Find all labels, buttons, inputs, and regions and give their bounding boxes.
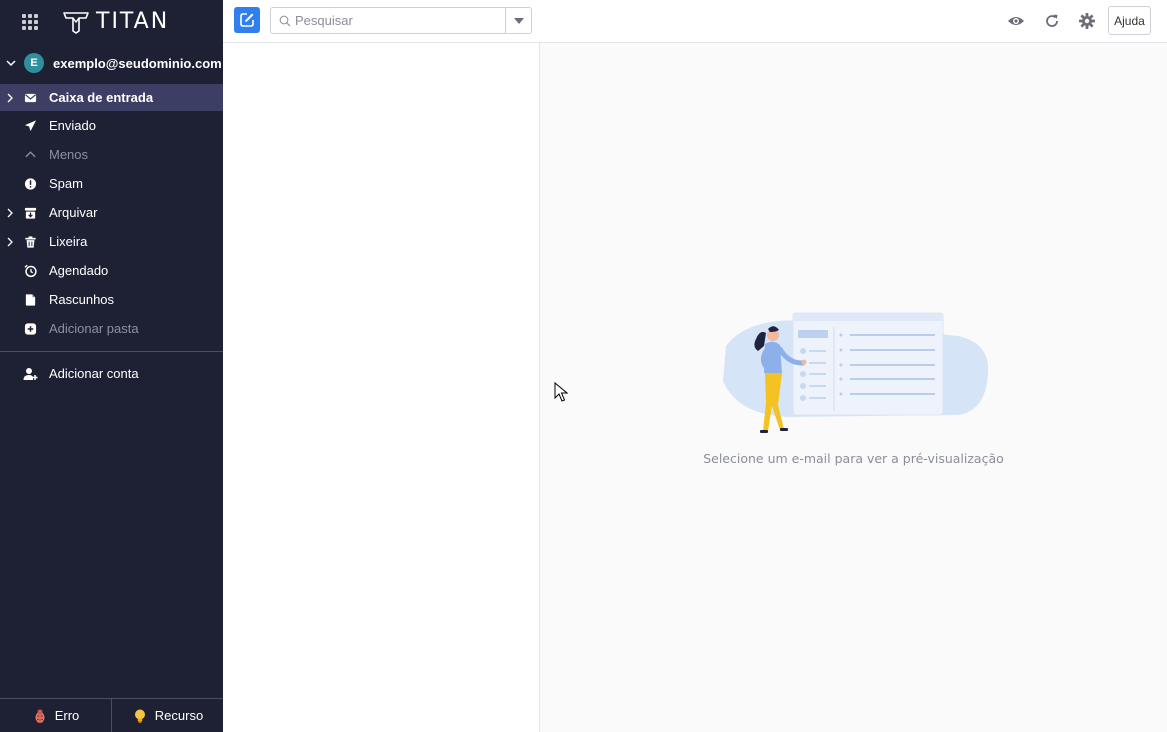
titan-logo: TITAN — [62, 9, 169, 34]
folder-add-folder[interactable]: Adicionar pasta — [0, 314, 223, 343]
search-input[interactable] — [295, 13, 495, 28]
folder-inbox[interactable]: Caixa de entrada — [0, 84, 223, 111]
top-toolbar: Ajuda — [223, 0, 1167, 43]
lightbulb-icon — [134, 709, 145, 723]
sidebar: TITAN E exemplo@seudominio.com Caixa de … — [0, 0, 223, 732]
apps-grid-icon[interactable] — [22, 13, 38, 30]
folder-scheduled[interactable]: Agendado — [0, 256, 223, 285]
clock-icon — [24, 264, 37, 277]
folder-label: Spam — [49, 176, 83, 191]
report-bug-button[interactable]: Erro — [0, 699, 111, 732]
titan-logo-icon — [63, 11, 89, 34]
folder-archive[interactable]: Arquivar — [0, 198, 223, 227]
trash-icon — [25, 235, 36, 248]
chevron-right-icon[interactable] — [5, 93, 15, 103]
chevron-down-icon[interactable] — [4, 56, 18, 70]
folder-label: Menos — [49, 147, 89, 162]
feature-label: Recurso — [154, 708, 204, 723]
folder-show-less[interactable]: Menos — [0, 140, 223, 169]
empty-preview-message: Selecione um e-mail para ver a pré-visua… — [703, 451, 1004, 466]
feature-request-button[interactable]: Recurso — [111, 699, 223, 732]
compose-icon — [240, 13, 254, 27]
bug-icon — [35, 709, 45, 723]
plus-square-icon — [24, 322, 37, 335]
folder-sent[interactable]: Enviado — [0, 111, 223, 140]
chevron-right-icon[interactable] — [5, 208, 15, 218]
add-account-label: Adicionar conta — [49, 366, 139, 381]
refresh-icon[interactable] — [1043, 12, 1061, 30]
draft-icon — [25, 293, 36, 306]
account-email: exemplo@seudominio.com — [53, 55, 222, 71]
logo-text: TITAN — [96, 9, 170, 34]
folder-label: Arquivar — [49, 205, 98, 220]
search-options-dropdown[interactable] — [505, 8, 531, 33]
bug-label: Erro — [54, 708, 80, 723]
folder-label: Lixeira — [49, 234, 88, 249]
preview-pane: Selecione um e-mail para ver a pré-visua… — [540, 43, 1167, 732]
help-button[interactable]: Ajuda — [1108, 6, 1151, 35]
paper-plane-icon — [24, 119, 37, 131]
account-row[interactable]: E exemplo@seudominio.com — [0, 43, 223, 83]
avatar: E — [24, 53, 44, 73]
chevron-up-icon — [25, 150, 36, 157]
folder-label: Caixa de entrada — [49, 90, 154, 105]
folder-label: Adicionar pasta — [49, 321, 139, 336]
archive-icon — [24, 207, 37, 219]
alert-icon — [24, 177, 37, 190]
folder-spam[interactable]: Spam — [0, 169, 223, 198]
search-box — [270, 7, 532, 34]
chevron-right-icon[interactable] — [5, 237, 15, 247]
folder-list: Caixa de entrada Enviado Menos Spam Arqu… — [0, 84, 223, 343]
folder-trash[interactable]: Lixeira — [0, 227, 223, 256]
envelope-icon — [24, 93, 37, 102]
gear-icon[interactable] — [1078, 12, 1096, 30]
mouse-cursor-icon — [554, 382, 568, 402]
folder-drafts[interactable]: Rascunhos — [0, 285, 223, 314]
eye-icon[interactable] — [1007, 12, 1025, 30]
folder-label: Agendado — [49, 263, 109, 278]
compose-button[interactable] — [234, 7, 260, 33]
folder-label: Enviado — [49, 118, 96, 133]
add-account-button[interactable]: Adicionar conta — [0, 352, 223, 395]
empty-preview-illustration — [723, 312, 989, 433]
brand-bar: TITAN — [0, 0, 223, 43]
add-user-icon — [23, 367, 38, 380]
caret-down-icon — [513, 17, 524, 24]
mail-list-pane — [223, 43, 540, 732]
folder-label: Rascunhos — [49, 292, 115, 307]
search-icon — [279, 15, 291, 26]
sidebar-footer: Erro Recurso — [0, 698, 223, 732]
